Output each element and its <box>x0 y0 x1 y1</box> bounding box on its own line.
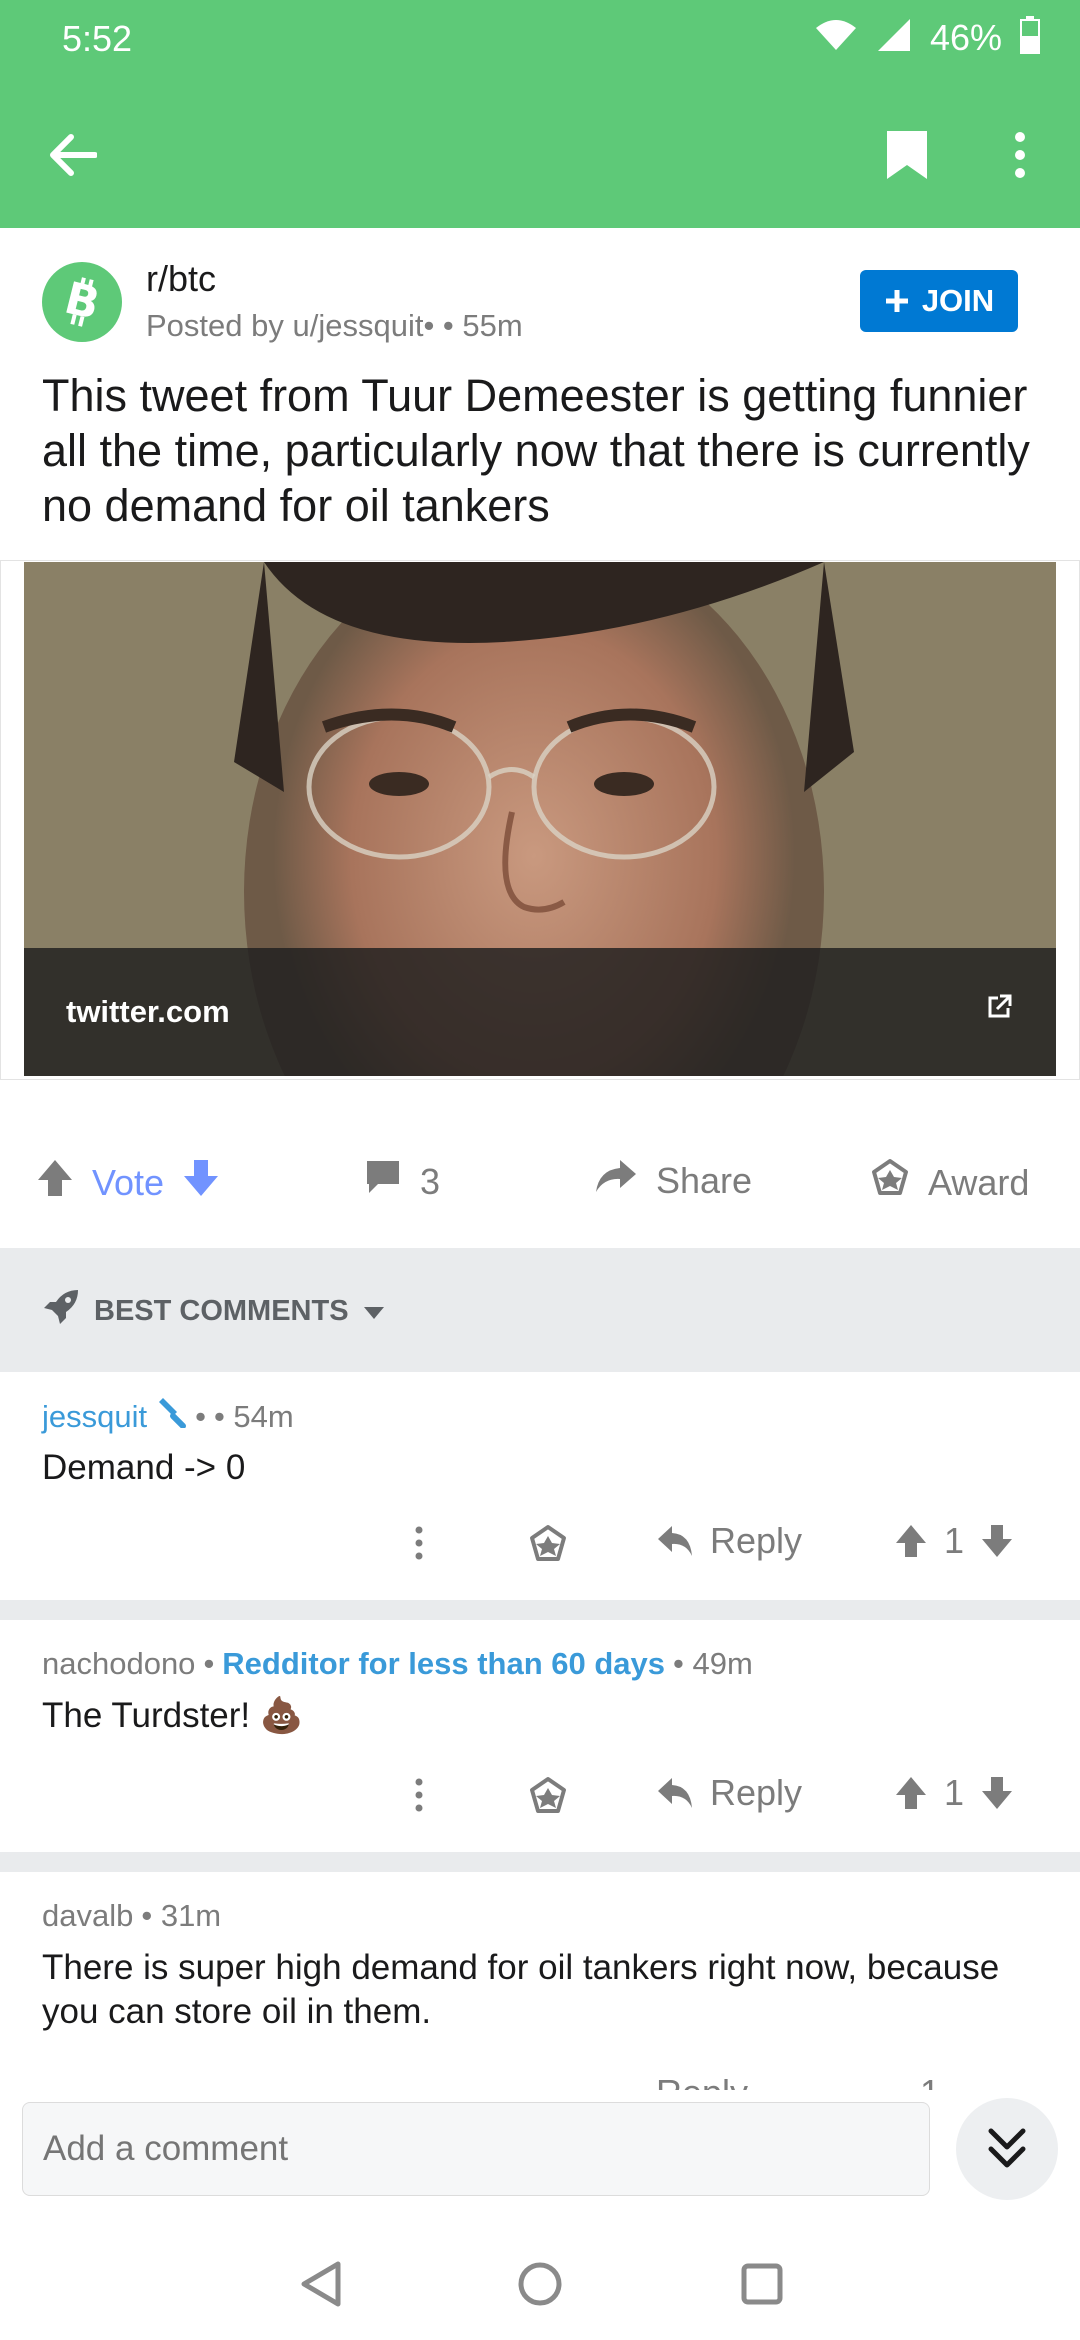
upvote-icon[interactable] <box>894 1523 928 1559</box>
nav-home-button[interactable] <box>510 2254 570 2314</box>
downvote-icon[interactable] <box>182 1158 220 1207</box>
award-icon[interactable] <box>528 1776 568 1816</box>
wifi-icon <box>814 18 858 57</box>
comment: davalb • 31m There is super high demand … <box>0 1872 1080 2113</box>
link-caption-bar: twitter.com <box>24 948 1056 1076</box>
comment-author[interactable]: jessquit <box>42 1399 147 1435</box>
comment: jessquit • • 54m Demand -> 0 Reply 1 <box>0 1372 1080 1600</box>
comment-score: 1 <box>944 1772 965 1813</box>
system-nav-bar <box>0 2228 1080 2340</box>
square-recents-icon <box>741 2263 783 2305</box>
post-actions: Vote 3 Share Award <box>0 1130 1080 1240</box>
reply-label: Reply <box>710 1520 803 1561</box>
more-vertical-icon[interactable] <box>414 1778 424 1812</box>
nav-recents-button[interactable] <box>732 2254 792 2314</box>
post-title: This tweet from Tuur Demeester is gettin… <box>42 370 1030 531</box>
comment-count: 3 <box>420 1160 441 1202</box>
vote-label: Vote <box>92 1161 165 1203</box>
comment-author[interactable]: nachodono <box>42 1646 195 1682</box>
comment-meta: nachodono • Redditor for less than 60 da… <box>42 1646 753 1682</box>
comment-compose-bar <box>0 2090 1080 2240</box>
rocket-icon <box>42 1288 80 1334</box>
comment-divider <box>0 1852 1080 1872</box>
upvote-icon[interactable] <box>36 1158 74 1207</box>
subreddit-name[interactable]: r/btc <box>146 258 216 300</box>
comment-time: • 54m <box>213 1399 294 1434</box>
reply-icon <box>658 1778 692 1808</box>
meta-separator: • <box>195 1399 206 1434</box>
status-time: 5:52 <box>62 18 133 59</box>
share-label: Share <box>656 1159 753 1201</box>
comment-actions: Reply 1 <box>0 1772 1080 1832</box>
award-icon <box>870 1158 910 1207</box>
bookmark-button[interactable] <box>872 120 942 190</box>
comment-time: • 49m <box>673 1646 753 1681</box>
comment-sort-bar: BEST COMMENTS <box>0 1248 1080 1372</box>
reply-button[interactable]: Reply <box>656 1772 802 1814</box>
join-label: JOIN <box>921 283 995 318</box>
bitcoin-cash-icon: B <box>60 273 105 331</box>
reply-icon <box>658 1526 692 1556</box>
comment-vote: 1 <box>894 1772 1014 1814</box>
signal-icon <box>876 17 912 58</box>
award-label: Award <box>928 1161 1030 1203</box>
subreddit-avatar[interactable]: B <box>42 262 122 342</box>
comments-button[interactable]: 3 <box>364 1158 440 1205</box>
battery-icon <box>1020 16 1040 59</box>
more-vertical-icon[interactable] <box>414 1526 424 1560</box>
comment-input[interactable] <box>22 2102 930 2196</box>
comment-icon <box>364 1158 402 1205</box>
upvote-icon[interactable] <box>894 1775 928 1811</box>
caret-down-icon <box>363 1295 385 1328</box>
external-link-icon[interactable] <box>986 994 1012 1025</box>
join-button[interactable]: JOIN <box>860 270 1018 332</box>
double-chevron-down-icon <box>988 2128 1026 2168</box>
circle-home-icon <box>518 2262 562 2306</box>
posted-by[interactable]: Posted by u/jessquit• • 55m <box>146 308 523 344</box>
link-domain: twitter.com <box>66 994 230 1029</box>
comment-body: The Turdster! 💩 <box>42 1696 304 1735</box>
bookmark-icon <box>887 131 927 179</box>
award-button[interactable]: Award <box>870 1158 1029 1207</box>
back-button[interactable] <box>38 120 108 190</box>
comment-meta: jessquit • • 54m <box>42 1398 294 1436</box>
reply-button[interactable]: Reply <box>656 1520 802 1562</box>
comment-score: 1 <box>944 1520 965 1561</box>
more-vertical-icon <box>1015 132 1025 178</box>
next-comment-button[interactable] <box>956 2098 1058 2200</box>
downvote-icon[interactable] <box>980 1523 1014 1559</box>
downvote-icon[interactable] <box>980 1775 1014 1811</box>
status-bar: 5:52 46% <box>0 0 1080 80</box>
wrench-icon <box>155 1398 187 1436</box>
meta-separator: • <box>203 1646 215 1681</box>
reply-label: Reply <box>710 1772 803 1813</box>
sort-dropdown[interactable]: BEST COMMENTS <box>42 1288 385 1334</box>
comment-author[interactable]: davalb <box>42 1898 133 1934</box>
share-button[interactable]: Share <box>594 1158 752 1203</box>
comment-body: Demand -> 0 <box>42 1448 246 1487</box>
nav-back-button[interactable] <box>290 2254 350 2314</box>
user-flair: Redditor for less than 60 days <box>222 1646 666 1681</box>
more-button[interactable] <box>990 120 1050 190</box>
comment-time: • 31m <box>141 1898 222 1933</box>
comment-vote: 1 <box>894 1520 1014 1562</box>
plus-icon <box>885 290 908 312</box>
award-icon[interactable] <box>528 1524 568 1564</box>
app-bar <box>0 80 1080 228</box>
comment-actions: Reply 1 <box>0 1520 1080 1580</box>
share-icon <box>594 1158 638 1203</box>
battery-level: 46% <box>929 16 1002 58</box>
vote-control: Vote <box>36 1158 220 1207</box>
comment: nachodono • Redditor for less than 60 da… <box>0 1620 1080 1852</box>
sort-label: BEST COMMENTS <box>94 1294 349 1327</box>
triangle-back-icon <box>301 2261 341 2307</box>
arrow-left-icon <box>50 134 97 176</box>
comment-divider <box>0 1600 1080 1620</box>
comment-body: There is super high demand for oil tanke… <box>42 1948 1000 2031</box>
comment-meta: davalb • 31m <box>42 1898 221 1934</box>
link-preview[interactable]: twitter.com <box>24 562 1056 1076</box>
